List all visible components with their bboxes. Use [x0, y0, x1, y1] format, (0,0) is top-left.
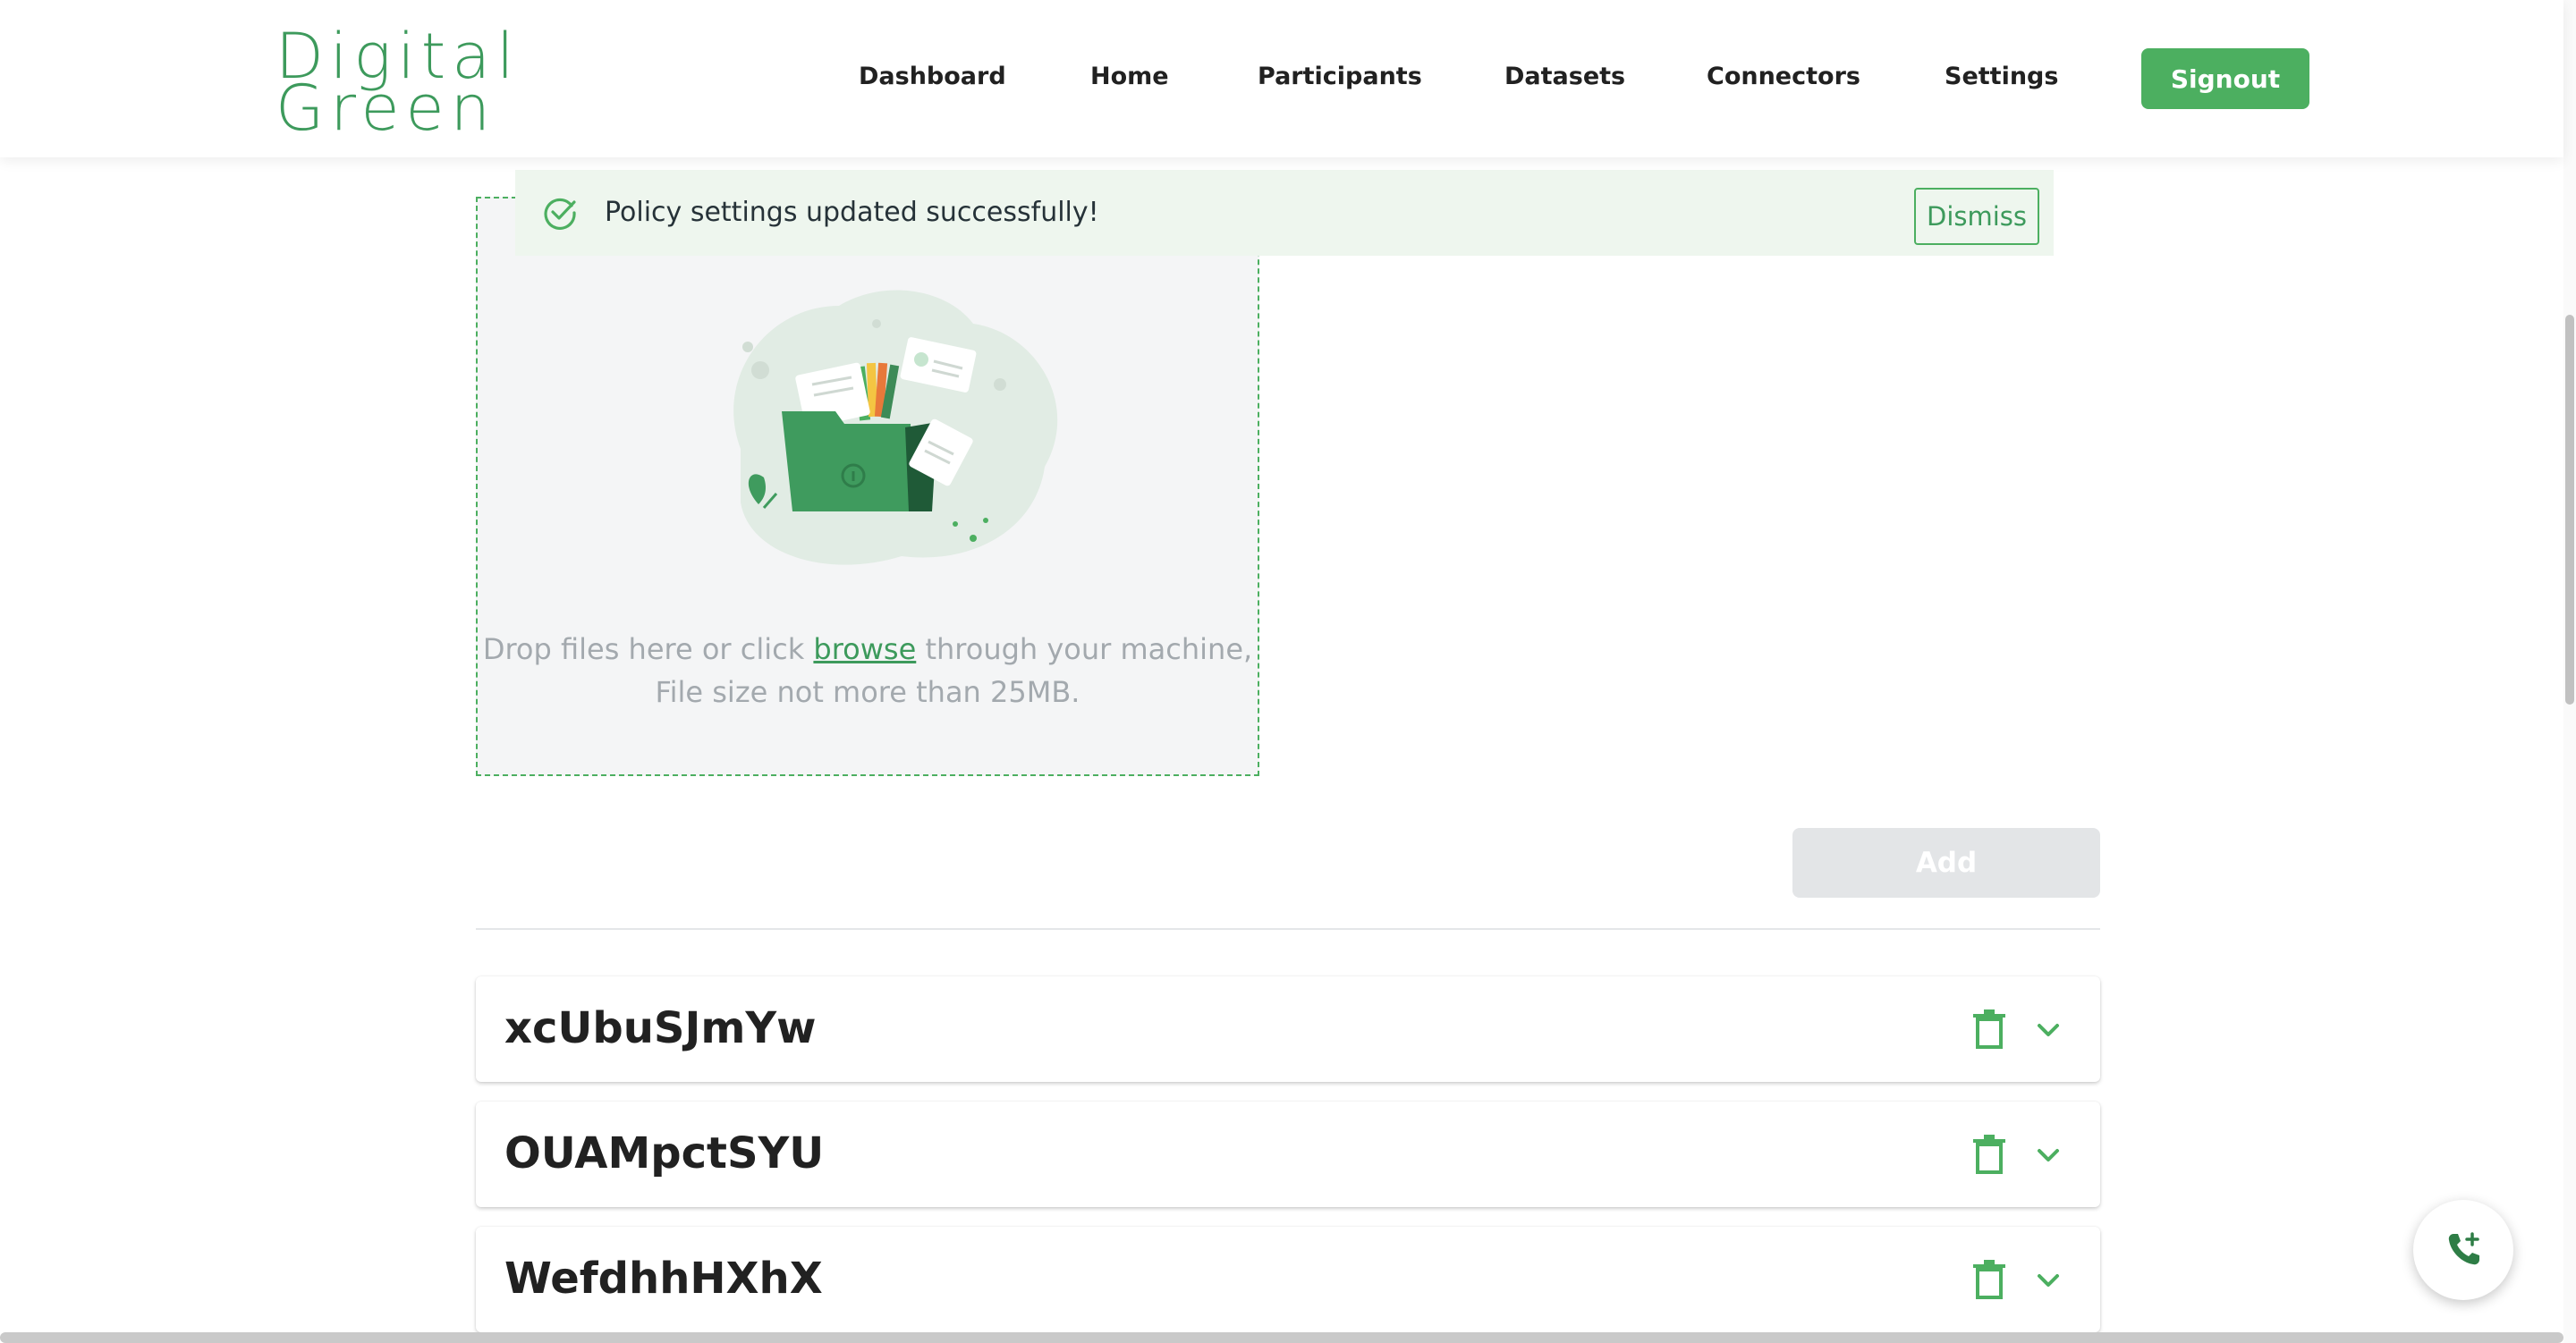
phone-add-icon [2448, 1232, 2479, 1265]
success-alert: Policy settings updated successfully! Di… [515, 170, 2054, 256]
policy-accordion-item[interactable]: WefdhhHXhX [476, 1227, 2100, 1332]
nav-participants[interactable]: Participants [1258, 63, 1422, 90]
policy-accordion-item[interactable]: xcUbuSJmYw [476, 976, 2100, 1082]
vertical-scrollbar-thumb[interactable] [2565, 315, 2574, 705]
chevron-down-icon[interactable] [2034, 1266, 2063, 1295]
vertical-scrollbar[interactable] [2563, 0, 2576, 1343]
add-button[interactable]: Add [1792, 828, 2100, 898]
signout-button[interactable]: Signout [2141, 48, 2309, 109]
policy-name: OUAMpctSYU [504, 1128, 825, 1178]
trash-icon[interactable] [1971, 1009, 2007, 1050]
chevron-down-icon[interactable] [2034, 1141, 2063, 1170]
nav-settings[interactable]: Settings [1945, 63, 2058, 90]
dropzone-text-before: Drop files here or click [482, 632, 814, 666]
dismiss-button[interactable]: Dismiss [1914, 188, 2039, 245]
policy-name: WefdhhHXhX [504, 1254, 823, 1304]
folder-upload-illustration [733, 290, 1058, 565]
trash-icon[interactable] [1971, 1134, 2007, 1175]
digital-green-logo[interactable]: Digital Green [275, 21, 553, 145]
alert-message: Policy settings updated successfully! [605, 197, 1099, 228]
top-navbar: Digital Green Dashboard Home Participant… [0, 0, 2563, 157]
chevron-down-icon[interactable] [2034, 1016, 2063, 1044]
check-circle-icon [544, 198, 576, 231]
nav-dashboard[interactable]: Dashboard [859, 63, 1006, 90]
browse-link[interactable]: browse [813, 632, 916, 666]
file-dropzone[interactable]: Drop files here or click browse through … [476, 197, 1259, 776]
policy-name: xcUbuSJmYw [504, 1003, 817, 1053]
trash-icon[interactable] [1971, 1259, 2007, 1300]
dropzone-instructions: Drop files here or click browse through … [478, 628, 1258, 714]
nav-datasets[interactable]: Datasets [1504, 63, 1625, 90]
nav-connectors[interactable]: Connectors [1707, 63, 1860, 90]
nav-home[interactable]: Home [1090, 63, 1169, 90]
policy-accordion-item[interactable]: OUAMpctSYU [476, 1102, 2100, 1207]
section-divider [476, 928, 2100, 930]
contact-fab[interactable] [2413, 1200, 2513, 1300]
logo-line-2: Green [275, 72, 496, 145]
horizontal-scrollbar[interactable] [0, 1332, 2563, 1343]
